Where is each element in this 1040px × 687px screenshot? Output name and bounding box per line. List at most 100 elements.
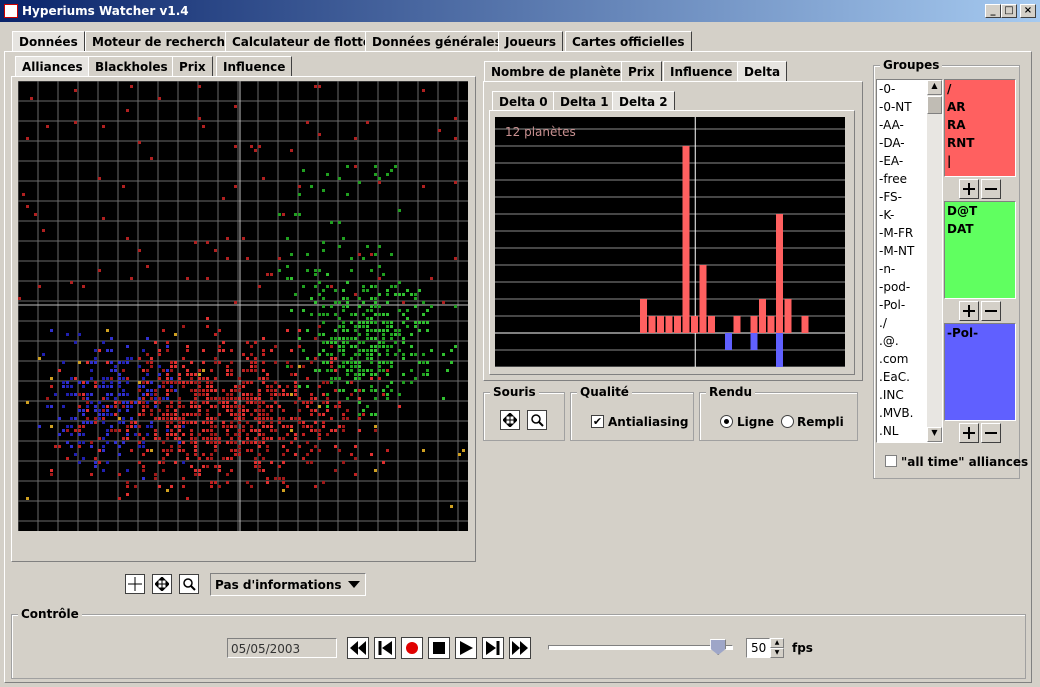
scroll-up-icon[interactable]: ▲ bbox=[927, 80, 942, 95]
zoom-tool-button[interactable] bbox=[179, 574, 199, 594]
tab-prix-right[interactable]: Prix bbox=[621, 61, 662, 81]
tab-prix-left[interactable]: Prix bbox=[172, 56, 213, 76]
tab-delta-0[interactable]: Delta 0 bbox=[492, 91, 555, 111]
move-icon bbox=[155, 577, 169, 591]
chart-bar bbox=[759, 299, 766, 333]
group-green-add-button[interactable] bbox=[959, 301, 979, 321]
list-item[interactable]: AR bbox=[945, 98, 1015, 116]
rempli-radio[interactable] bbox=[781, 415, 794, 428]
alltime-checkbox[interactable] bbox=[885, 455, 897, 467]
tab-calculateur[interactable]: Calculateur de flottes bbox=[225, 31, 386, 51]
chart-bar bbox=[640, 299, 647, 333]
scroll-down-icon[interactable]: ▼ bbox=[927, 427, 942, 442]
stop-icon bbox=[433, 642, 445, 654]
list-item[interactable]: RA bbox=[945, 116, 1015, 134]
chart-bar bbox=[784, 299, 792, 333]
list-item[interactable]: D@T bbox=[945, 202, 1015, 220]
antialiasing-checkbox[interactable]: ✔ bbox=[591, 415, 604, 428]
list-item[interactable]: | bbox=[945, 152, 1015, 170]
chart-bar bbox=[750, 333, 758, 350]
antialiasing-label: Antialiasing bbox=[608, 415, 689, 429]
group-blue-remove-button[interactable] bbox=[981, 423, 1001, 443]
chart-bar bbox=[648, 316, 656, 333]
move-tool-button[interactable] bbox=[152, 574, 172, 594]
tab-delta[interactable]: Delta bbox=[737, 61, 788, 81]
zoom-icon bbox=[183, 578, 196, 591]
ligne-radio[interactable] bbox=[720, 415, 733, 428]
alliance-map-canvas[interactable] bbox=[17, 80, 468, 531]
group-red-remove-button[interactable] bbox=[981, 179, 1001, 199]
rewind-button[interactable] bbox=[347, 637, 369, 659]
fps-down-icon[interactable]: ▼ bbox=[770, 648, 784, 658]
tab-donnees-generales[interactable]: Données générales bbox=[365, 31, 509, 51]
title-bar: Hyperiums Watcher v1.4 _ □ × bbox=[0, 0, 1040, 22]
chart-bar bbox=[767, 316, 775, 333]
app-icon bbox=[4, 4, 18, 18]
plus-icon bbox=[963, 305, 975, 317]
date-field[interactable]: 05/05/2003 bbox=[227, 638, 337, 658]
tab-moteur[interactable]: Moteur de recherche bbox=[85, 31, 241, 51]
tab-joueurs[interactable]: Joueurs bbox=[498, 31, 563, 51]
rempli-label: Rempli bbox=[797, 415, 844, 429]
tab-influence-right[interactable]: Influence bbox=[663, 61, 740, 81]
group-green[interactable]: D@T DAT bbox=[944, 201, 1016, 299]
souris-zoom-button[interactable] bbox=[527, 410, 547, 430]
tab-delta-1[interactable]: Delta 1 bbox=[553, 91, 616, 111]
maximize-button[interactable]: □ bbox=[1001, 4, 1017, 18]
list-item[interactable]: -Pol- bbox=[945, 324, 1015, 342]
info-dropdown[interactable]: Pas d'informations bbox=[210, 573, 366, 596]
tab-delta-2[interactable]: Delta 2 bbox=[612, 91, 675, 111]
skip-forward-icon bbox=[486, 641, 500, 655]
fast-forward-icon bbox=[512, 641, 528, 655]
chart-bar bbox=[682, 146, 690, 333]
delta-chart: 12 planètes bbox=[495, 117, 902, 368]
stop-button[interactable] bbox=[428, 637, 450, 659]
delta-chart-canvas bbox=[495, 117, 902, 368]
tab-nombre-planetes[interactable]: Nombre de planètes bbox=[484, 61, 636, 81]
tab-influence-left[interactable]: Influence bbox=[216, 56, 293, 76]
ligne-label: Ligne bbox=[737, 415, 775, 429]
close-button[interactable]: × bbox=[1020, 4, 1036, 18]
group-blue-add-button[interactable] bbox=[959, 423, 979, 443]
group-red[interactable]: / AR RA RNT | bbox=[944, 79, 1016, 177]
tab-cartes[interactable]: Cartes officielles bbox=[565, 31, 692, 51]
group-green-remove-button[interactable] bbox=[981, 301, 1001, 321]
list-item[interactable]: / bbox=[945, 80, 1015, 98]
group-blue[interactable]: -Pol- bbox=[944, 323, 1016, 421]
alliance-list-scrollbar[interactable]: ▲ ▼ bbox=[927, 80, 942, 442]
record-button[interactable] bbox=[401, 637, 423, 659]
chart-bar bbox=[691, 316, 698, 333]
souris-move-button[interactable] bbox=[500, 410, 520, 430]
chart-planet-count: 12 planètes bbox=[505, 125, 576, 139]
souris-label: Souris bbox=[490, 385, 539, 399]
scroll-thumb[interactable] bbox=[927, 96, 942, 114]
list-item[interactable]: DAT bbox=[945, 220, 1015, 238]
tab-alliances[interactable]: Alliances bbox=[15, 56, 90, 76]
timeline-slider[interactable] bbox=[548, 639, 733, 655]
play-button[interactable] bbox=[455, 637, 477, 659]
chart-bar bbox=[776, 214, 783, 333]
step-back-button[interactable] bbox=[374, 637, 396, 659]
fps-up-icon[interactable]: ▲ bbox=[770, 638, 784, 648]
group-red-add-button[interactable] bbox=[959, 179, 979, 199]
minimize-button[interactable]: _ bbox=[985, 4, 1001, 18]
skip-back-icon bbox=[378, 641, 392, 655]
crosshair-tool-button[interactable] bbox=[125, 574, 145, 594]
step-forward-button[interactable] bbox=[482, 637, 504, 659]
chart-bar bbox=[750, 316, 758, 333]
chart-bar bbox=[725, 333, 732, 350]
list-item[interactable]: RNT bbox=[945, 134, 1015, 152]
rewind-icon bbox=[350, 641, 366, 655]
tab-blackholes[interactable]: Blackholes bbox=[88, 56, 175, 76]
fast-forward-button[interactable] bbox=[509, 637, 531, 659]
chevron-down-icon bbox=[348, 581, 360, 588]
fps-input[interactable]: 50 bbox=[746, 638, 770, 658]
record-icon bbox=[406, 642, 418, 654]
tab-donnees[interactable]: Données bbox=[12, 31, 85, 51]
alltime-label: "all time" alliances bbox=[901, 455, 1029, 469]
alliance-map[interactable] bbox=[17, 80, 468, 531]
plus-icon bbox=[963, 427, 975, 439]
zoom-icon bbox=[531, 414, 544, 427]
chart-bar bbox=[708, 316, 715, 333]
minus-icon bbox=[985, 188, 997, 190]
